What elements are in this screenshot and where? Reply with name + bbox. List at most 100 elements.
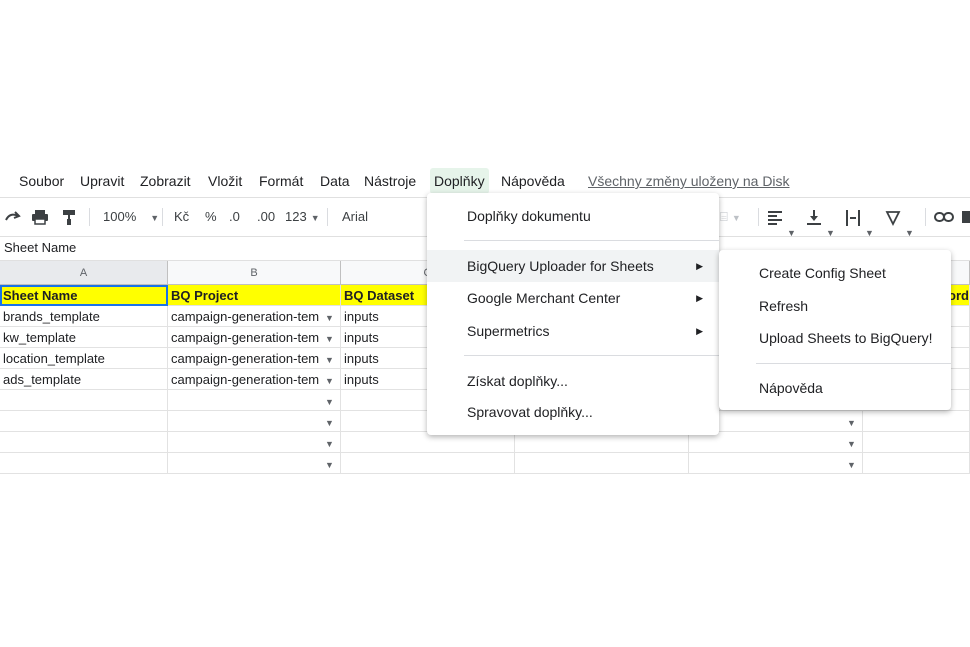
text-wrap-icon bbox=[846, 210, 860, 226]
table-cell[interactable]: brands_template bbox=[0, 306, 168, 327]
dropdown-arrow-icon[interactable]: ▼ bbox=[325, 313, 334, 323]
column-header-b[interactable]: B bbox=[168, 261, 341, 285]
print-icon[interactable] bbox=[31, 198, 49, 236]
menu-item-label: Upload Sheets to BigQuery! bbox=[759, 330, 933, 346]
dropdown-arrow-icon[interactable]: ▼ bbox=[847, 460, 856, 470]
menu-nastroje[interactable]: Nástroje bbox=[360, 168, 420, 194]
zoom-select[interactable]: 100% ▼ bbox=[103, 198, 159, 236]
menu-item-label: Supermetrics bbox=[467, 323, 550, 339]
menu-item-supermetrics[interactable]: Supermetrics ▶ bbox=[427, 315, 719, 347]
menu-item-manage-addons[interactable]: Spravovat doplňky... bbox=[427, 396, 719, 428]
table-cell[interactable]: location_template bbox=[0, 348, 168, 369]
cell-b1[interactable]: BQ Project bbox=[168, 285, 341, 306]
table-cell[interactable] bbox=[0, 453, 168, 474]
dropdown-arrow-icon[interactable]: ▼ bbox=[325, 418, 334, 428]
menu-divider bbox=[464, 240, 719, 241]
toolbar-divider bbox=[925, 208, 926, 226]
menu-item-label: Spravovat doplňky... bbox=[467, 404, 593, 420]
menu-item-label: Google Merchant Center bbox=[467, 290, 621, 306]
table-cell[interactable]: campaign-generation-tem bbox=[168, 348, 341, 369]
table-cell[interactable] bbox=[168, 432, 341, 453]
toolbar-divider bbox=[89, 208, 90, 226]
table-cell[interactable] bbox=[341, 453, 515, 474]
menu-item-upload-sheets[interactable]: Upload Sheets to BigQuery! bbox=[719, 322, 951, 354]
menu-soubor[interactable]: Soubor bbox=[15, 168, 68, 194]
table-cell[interactable] bbox=[689, 432, 863, 453]
percent-format-button[interactable]: % bbox=[205, 198, 217, 236]
addons-menu: Doplňky dokumentu BigQuery Uploader for … bbox=[427, 193, 719, 435]
decrease-decimal-button[interactable]: .0 bbox=[229, 198, 240, 236]
menu-item-label: Create Config Sheet bbox=[759, 265, 886, 281]
table-cell[interactable]: ads_template bbox=[0, 369, 168, 390]
menu-item-label: Refresh bbox=[759, 298, 809, 314]
menu-bar: Soubor Upravit Zobrazit Vložit Formát Da… bbox=[0, 168, 970, 194]
menu-zobrazit[interactable]: Zobrazit bbox=[136, 168, 195, 194]
number-format-select[interactable]: 123 ▼ bbox=[285, 198, 320, 236]
currency-format-button[interactable]: Kč bbox=[174, 198, 189, 236]
dropdown-arrow-icon[interactable]: ▼ bbox=[847, 418, 856, 428]
table-cell[interactable] bbox=[0, 411, 168, 432]
menu-item-create-config-sheet[interactable]: Create Config Sheet bbox=[719, 257, 951, 289]
font-select[interactable]: Arial bbox=[342, 198, 368, 236]
table-cell[interactable]: kw_template bbox=[0, 327, 168, 348]
menu-item-label: Nápověda bbox=[759, 380, 823, 396]
menu-napoveda[interactable]: Nápověda bbox=[497, 168, 569, 194]
text-rotation-icon bbox=[885, 211, 901, 227]
dropdown-arrow-icon[interactable]: ▼ bbox=[325, 439, 334, 449]
vertical-align-select[interactable]: ▼ bbox=[806, 198, 835, 238]
align-left-icon bbox=[768, 211, 782, 225]
dropdown-arrow-icon[interactable]: ▼ bbox=[325, 334, 334, 344]
submenu-arrow-icon: ▶ bbox=[696, 293, 703, 303]
menu-upravit[interactable]: Upravit bbox=[76, 168, 128, 194]
dropdown-arrow-icon[interactable]: ▼ bbox=[847, 439, 856, 449]
toolbar-divider bbox=[327, 208, 328, 226]
table-cell[interactable] bbox=[168, 411, 341, 432]
table-cell[interactable]: campaign-generation-tem bbox=[168, 327, 341, 348]
menu-item-label: Doplňky dokumentu bbox=[467, 208, 591, 224]
menu-data[interactable]: Data bbox=[316, 168, 354, 194]
menu-item-refresh[interactable]: Refresh bbox=[719, 290, 951, 322]
menu-vlozit[interactable]: Vložit bbox=[204, 168, 246, 194]
table-cell[interactable] bbox=[515, 432, 689, 453]
insert-link-icon[interactable] bbox=[934, 198, 954, 236]
table-cell[interactable] bbox=[515, 453, 689, 474]
dropdown-arrow-icon[interactable]: ▼ bbox=[325, 397, 334, 407]
disabled-control-icon: ⌸ ▼ bbox=[720, 209, 741, 224]
table-cell[interactable]: campaign-generation-tem bbox=[168, 306, 341, 327]
horizontal-align-select[interactable]: ▼ bbox=[767, 198, 796, 238]
menu-item-get-addons[interactable]: Získat doplňky... bbox=[427, 365, 719, 397]
dropdown-arrow-icon[interactable]: ▼ bbox=[325, 355, 334, 365]
menu-item-google-merchant-center[interactable]: Google Merchant Center ▶ bbox=[427, 282, 719, 314]
save-status-link[interactable]: Všechny změny uloženy na Disk bbox=[588, 168, 790, 194]
table-cell[interactable] bbox=[689, 453, 863, 474]
table-cell[interactable] bbox=[863, 411, 970, 432]
table-cell[interactable] bbox=[0, 432, 168, 453]
align-bottom-icon bbox=[807, 210, 821, 225]
increase-decimal-button[interactable]: .00 bbox=[257, 198, 275, 236]
menu-item-help[interactable]: Nápověda bbox=[719, 372, 951, 404]
table-cell[interactable] bbox=[168, 453, 341, 474]
text-rotation-select[interactable]: ▼ bbox=[885, 198, 914, 238]
paint-format-icon[interactable] bbox=[60, 198, 78, 236]
menu-item-bigquery-uploader[interactable]: BigQuery Uploader for Sheets ▶ bbox=[427, 250, 719, 282]
table-cell[interactable] bbox=[168, 390, 341, 411]
toolbar-divider bbox=[162, 208, 163, 226]
menu-format[interactable]: Formát bbox=[255, 168, 307, 194]
table-cell[interactable] bbox=[863, 432, 970, 453]
column-header-a[interactable]: A bbox=[0, 261, 168, 285]
cell-a1[interactable]: Sheet Name bbox=[0, 285, 168, 306]
submenu-arrow-icon: ▶ bbox=[696, 261, 703, 271]
table-cell[interactable] bbox=[341, 432, 515, 453]
formula-bar-value[interactable]: Sheet Name bbox=[4, 236, 76, 260]
menu-doplnky[interactable]: Doplňky bbox=[430, 168, 489, 194]
text-wrap-select[interactable]: ▼ bbox=[845, 198, 874, 238]
table-cell[interactable]: campaign-generation-tem bbox=[168, 369, 341, 390]
caret-down-icon: ▼ bbox=[310, 213, 320, 223]
table-cell[interactable] bbox=[0, 390, 168, 411]
insert-comment-icon[interactable] bbox=[961, 198, 970, 236]
table-cell[interactable] bbox=[863, 453, 970, 474]
redo-icon[interactable] bbox=[4, 198, 22, 236]
dropdown-arrow-icon[interactable]: ▼ bbox=[325, 376, 334, 386]
menu-item-document-addons[interactable]: Doplňky dokumentu bbox=[427, 200, 719, 232]
dropdown-arrow-icon[interactable]: ▼ bbox=[325, 460, 334, 470]
